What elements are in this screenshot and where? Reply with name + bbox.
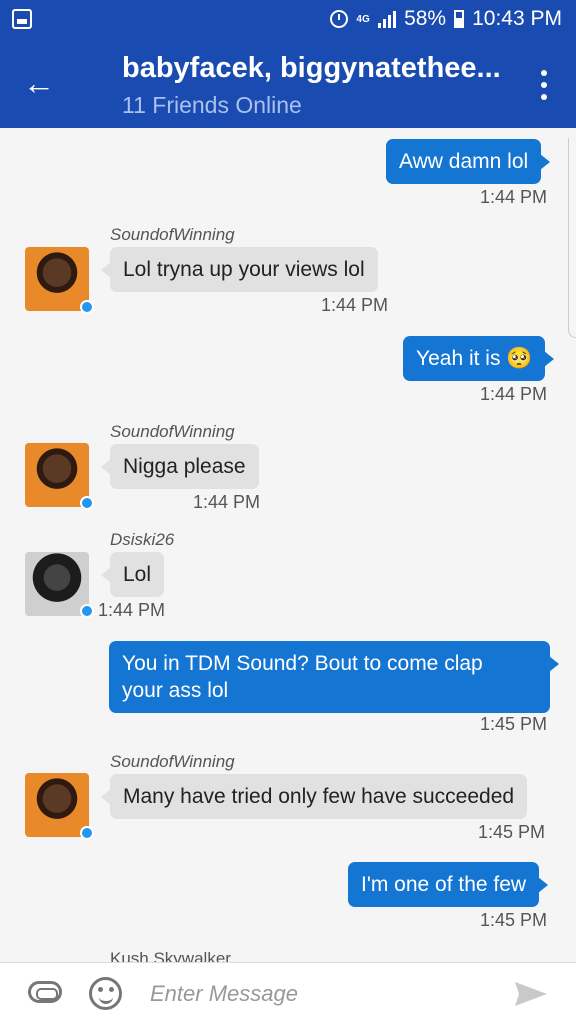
message-list[interactable]: Aww damn lol 1:44 PM SoundofWinning Lol … — [0, 128, 576, 962]
gallery-icon — [12, 9, 32, 29]
outgoing-message-bubble[interactable]: Aww damn lol — [386, 139, 551, 184]
sender-name: Kush Skywalker — [110, 949, 231, 962]
status-bar: 4G 58% 10:43 PM — [0, 0, 576, 40]
signal-icon — [378, 10, 397, 28]
message-text-line: You in TDM Sound? Bout to come clap — [122, 652, 483, 675]
sender-name: SoundofWinning — [110, 752, 235, 771]
avatar[interactable] — [25, 552, 89, 616]
emoji-icon[interactable] — [89, 977, 122, 1010]
message-time: 1:45 PM — [480, 714, 548, 734]
overflow-menu-icon[interactable] — [538, 70, 550, 100]
message-composer — [0, 962, 576, 1024]
message-input[interactable] — [150, 977, 480, 1011]
online-count: 11 Friends Online — [122, 92, 302, 118]
message-time: 1:45 PM — [480, 910, 548, 930]
outgoing-message-bubble[interactable]: Yeah it is 🥺 — [403, 336, 555, 381]
sender-name: Dsiski26 — [110, 530, 175, 549]
incoming-message-bubble[interactable]: Nigga please — [101, 444, 259, 489]
outgoing-message-bubble[interactable]: You in TDM Sound? Bout to come clap your… — [109, 641, 559, 713]
message-text-line: your ass lol — [122, 679, 229, 702]
online-status-dot — [80, 604, 94, 618]
incoming-message-bubble[interactable]: Many have tried only few have succeeded — [100, 774, 528, 819]
message-time: 1:44 PM — [480, 187, 548, 207]
battery-percent: 58% — [404, 7, 447, 30]
attach-icon[interactable] — [28, 981, 62, 1003]
online-status-dot — [80, 496, 94, 510]
message-time: 1:44 PM — [480, 384, 548, 404]
message-time: 1:45 PM — [478, 822, 546, 842]
avatar[interactable] — [25, 247, 89, 311]
alarm-icon — [330, 10, 349, 28]
incoming-message-bubble[interactable]: Lol tryna up your views lol — [101, 247, 378, 292]
message-time: 1:44 PM — [98, 600, 166, 620]
clock: 10:43 PM — [472, 7, 562, 30]
data-icon: 4G — [356, 13, 370, 25]
scrollbar — [568, 138, 576, 338]
outgoing-message-bubble[interactable]: I'm one of the few — [348, 862, 549, 907]
online-status-dot — [80, 826, 94, 840]
sender-name: SoundofWinning — [110, 422, 235, 441]
back-arrow-icon[interactable]: ← — [22, 66, 56, 100]
online-status-dot — [80, 300, 94, 314]
avatar[interactable] — [25, 443, 89, 507]
send-icon[interactable] — [513, 980, 549, 1008]
message-time: 1:44 PM — [321, 295, 389, 315]
app-bar: ← babyfacek, biggynatethee... 11 Friends… — [0, 40, 576, 128]
sender-name: SoundofWinning — [110, 225, 235, 244]
chat-title[interactable]: babyfacek, biggynatethee... — [122, 52, 522, 85]
avatar[interactable] — [25, 773, 89, 837]
incoming-message-bubble[interactable]: Lol — [100, 552, 165, 597]
battery-icon — [454, 10, 465, 28]
message-time: 1:44 PM — [193, 492, 261, 512]
status-icons: 4G 58% 10:43 PM — [330, 7, 562, 31]
